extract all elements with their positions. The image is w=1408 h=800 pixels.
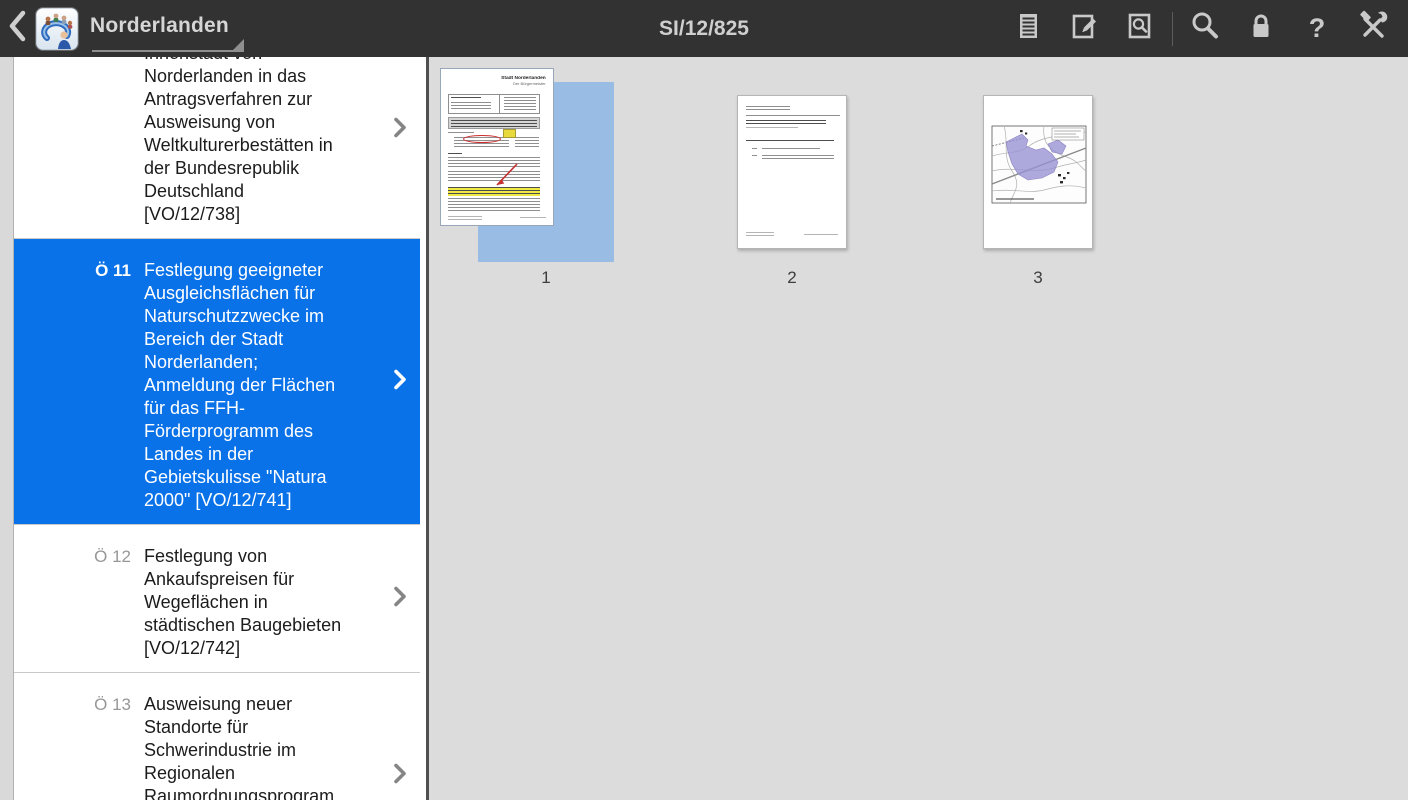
sidebar: Innenstadt von Norderlanden in das Antra… bbox=[0, 57, 426, 800]
help-button[interactable]: ? bbox=[1289, 0, 1345, 57]
page-number-label: 3 bbox=[1033, 268, 1043, 287]
chevron-right-icon bbox=[393, 585, 407, 612]
agenda-item-number: Ö 13 bbox=[94, 695, 131, 714]
doc-footer-left bbox=[448, 216, 482, 221]
list-marker bbox=[752, 155, 757, 157]
map-graphic bbox=[991, 125, 1087, 204]
chevron-right-icon bbox=[393, 368, 407, 395]
agenda-list-button[interactable] bbox=[1000, 0, 1056, 57]
title-dropdown-underline bbox=[92, 50, 244, 52]
sidebar-gutter bbox=[0, 57, 14, 800]
title-dropdown-caret-icon bbox=[233, 39, 244, 50]
doc-footer-left bbox=[746, 232, 774, 237]
agenda-item-vo738[interactable]: Innenstadt von Norderlanden in das Antra… bbox=[14, 57, 420, 238]
chevron-right-icon bbox=[393, 762, 407, 789]
highlighted-text bbox=[448, 187, 540, 196]
doc-footer-right bbox=[804, 234, 838, 236]
agenda-item-vo742[interactable]: Ö 12 Festlegung von Ankaufspreisen für W… bbox=[14, 524, 420, 672]
agenda-item-title: Innenstadt von Norderlanden in das Antra… bbox=[144, 57, 333, 224]
agenda-item-number bbox=[14, 57, 144, 226]
page-search-icon bbox=[1124, 10, 1156, 47]
annotate-page-icon bbox=[1068, 10, 1100, 47]
back-button[interactable] bbox=[0, 0, 36, 57]
agenda-list-icon bbox=[1012, 10, 1044, 47]
chevron-right-icon bbox=[393, 117, 407, 144]
doc-subheading bbox=[746, 127, 798, 129]
actionbar: Norderlanden SI/12/825 ? bbox=[0, 0, 1408, 57]
actionbar-left-group: Norderlanden bbox=[0, 0, 244, 57]
doc-footer-right bbox=[520, 217, 546, 219]
actionbar-right-group: ? bbox=[1000, 0, 1408, 57]
list-item-line bbox=[762, 148, 820, 150]
search-icon bbox=[1188, 9, 1222, 48]
doc-lead-line bbox=[746, 140, 834, 142]
agenda-item-vo743[interactable]: Ö 13 Ausweisung neuer Standorte für Schw… bbox=[14, 672, 420, 800]
lock-icon bbox=[1245, 10, 1277, 47]
doc-heading bbox=[746, 120, 826, 125]
help-icon: ? bbox=[1308, 13, 1326, 43]
lock-button[interactable] bbox=[1233, 0, 1289, 57]
list-marker bbox=[752, 148, 757, 150]
doc-paragraph bbox=[448, 198, 540, 212]
list-item-line bbox=[762, 155, 834, 160]
back-icon bbox=[7, 9, 29, 48]
page-thumbnail-1[interactable]: Stadt Norderlanden Der Bürgermeister bbox=[440, 68, 554, 226]
page-search-button[interactable] bbox=[1112, 0, 1168, 57]
doc-paragraph bbox=[746, 106, 790, 111]
actionbar-divider bbox=[1172, 11, 1173, 46]
agenda-item-number: Ö 12 bbox=[94, 547, 131, 566]
agenda-item-title: Festlegung geeigneter Ausgleichsflächen … bbox=[144, 260, 336, 510]
agenda-item-vo741-selected[interactable]: Ö 11 Festlegung geeigneter Ausgleichsflä… bbox=[14, 238, 420, 524]
doc-rule bbox=[746, 115, 840, 116]
app-title[interactable]: Norderlanden bbox=[90, 14, 229, 44]
search-button[interactable] bbox=[1177, 0, 1233, 57]
agenda-item-title: Festlegung von Ankaufspreisen für Wegefl… bbox=[144, 546, 342, 658]
tools-icon bbox=[1356, 9, 1390, 48]
tools-button[interactable] bbox=[1345, 0, 1401, 57]
agenda-list: Innenstadt von Norderlanden in das Antra… bbox=[14, 57, 426, 800]
page-number-label: 2 bbox=[787, 268, 797, 287]
app-icon[interactable] bbox=[36, 7, 78, 50]
content-area: Stadt Norderlanden Der Bürgermeister 1 2… bbox=[429, 57, 1408, 800]
yellow-highlight-block bbox=[448, 187, 540, 196]
page-number-label: 1 bbox=[541, 268, 551, 287]
page-thumbnail-3[interactable] bbox=[983, 95, 1093, 249]
annotate-page-button[interactable] bbox=[1056, 0, 1112, 57]
agenda-item-number: Ö 11 bbox=[95, 261, 131, 280]
app-body: Innenstadt von Norderlanden in das Antra… bbox=[0, 57, 1408, 800]
agenda-item-title: Ausweisung neuer Standorte für Schwerind… bbox=[144, 694, 335, 800]
page-thumbnail-2[interactable] bbox=[737, 95, 847, 249]
